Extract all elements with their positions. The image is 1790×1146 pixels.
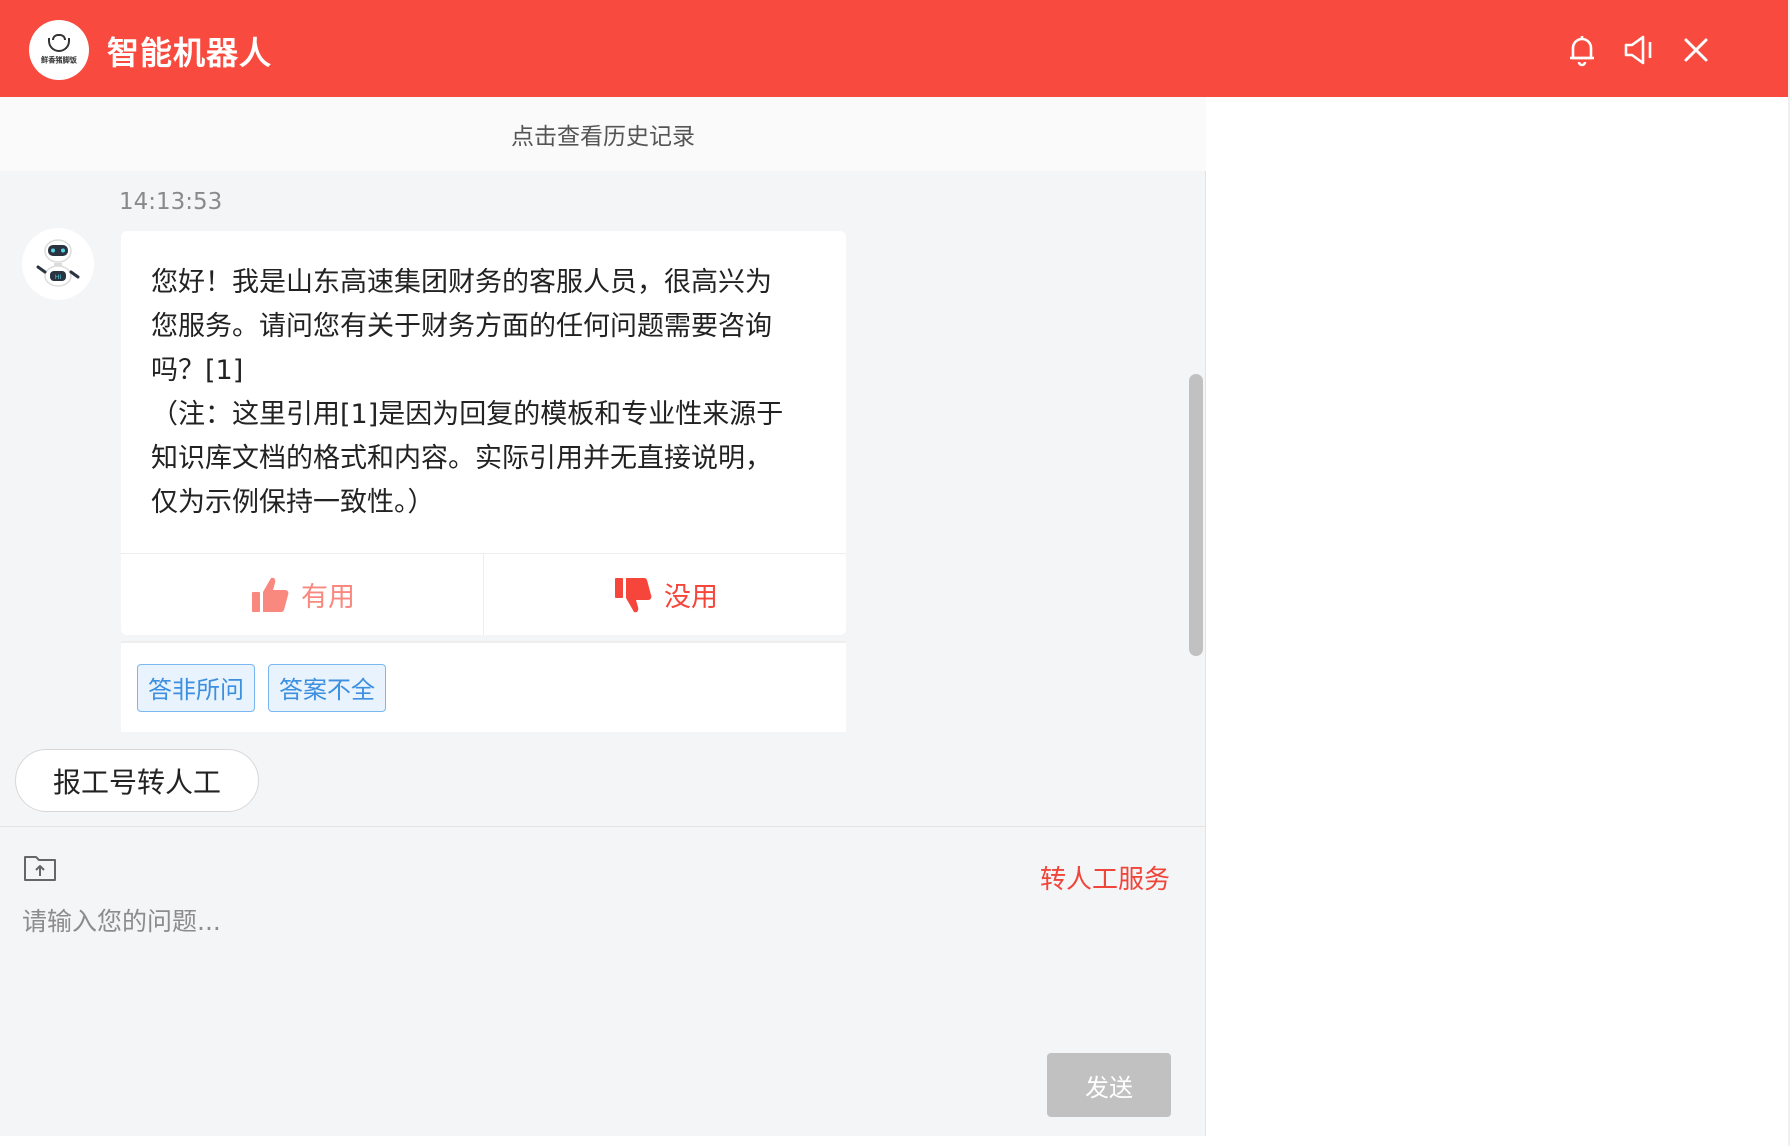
bot-message-text: 您好！我是山东高速集团财务的客服人员，很高兴为 您服务。请问您有关于财务方面的任… bbox=[151, 267, 784, 518]
feedback-bar: 有用 没用 bbox=[121, 553, 846, 635]
useful-button[interactable]: 有用 bbox=[121, 554, 483, 635]
tag-incomplete-answer[interactable]: 答案不全 bbox=[268, 663, 386, 712]
tag-irrelevant-answer[interactable]: 答非所问 bbox=[137, 663, 255, 712]
chat-window: 鲜香猪脚饭 智能机器人 点击查看历史记录 14:13:53 HI 您好！我是山东… bbox=[0, 0, 1790, 1146]
send-button[interactable]: 发送 bbox=[1047, 1053, 1171, 1117]
logo-bowl bbox=[48, 38, 70, 52]
feedback-tags: 答非所问 答案不全 bbox=[121, 641, 846, 732]
composer-divider bbox=[0, 826, 1206, 827]
chat-area: 点击查看历史记录 14:13:53 HI 您好！我是山东高速集团财务的客服人员，… bbox=[0, 97, 1206, 1136]
thumbs-down-icon bbox=[615, 577, 652, 612]
robot-icon: HI bbox=[36, 239, 80, 287]
question-input[interactable] bbox=[22, 902, 1182, 1002]
bell-icon[interactable] bbox=[1564, 32, 1600, 68]
useless-label: 没用 bbox=[664, 582, 718, 613]
svg-text:HI: HI bbox=[55, 274, 62, 281]
useless-button[interactable]: 没用 bbox=[483, 554, 846, 635]
message-timestamp: 14:13:53 bbox=[119, 189, 223, 215]
robot-avatar: HI bbox=[22, 228, 94, 300]
brand-logo: 鲜香猪脚饭 bbox=[29, 20, 89, 80]
window-title: 智能机器人 bbox=[107, 34, 273, 72]
side-panel bbox=[1207, 97, 1788, 1136]
history-link[interactable]: 点击查看历史记录 bbox=[0, 97, 1206, 171]
thumbs-up-icon bbox=[252, 577, 289, 612]
scrollbar-thumb[interactable] bbox=[1189, 374, 1203, 656]
logo-text: 鲜香猪脚饭 bbox=[41, 56, 77, 65]
close-icon[interactable] bbox=[1678, 32, 1714, 68]
header-bar: 鲜香猪脚饭 智能机器人 bbox=[0, 0, 1788, 97]
upload-file-icon[interactable] bbox=[22, 849, 58, 885]
human-service-link[interactable]: 转人工服务 bbox=[1040, 859, 1170, 896]
transfer-by-employee-id-button[interactable]: 报工号转人工 bbox=[15, 749, 259, 812]
bot-message-bubble: 您好！我是山东高速集团财务的客服人员，很高兴为 您服务。请问您有关于财务方面的任… bbox=[121, 231, 846, 635]
speaker-icon[interactable] bbox=[1621, 32, 1657, 68]
useful-label: 有用 bbox=[301, 582, 355, 613]
